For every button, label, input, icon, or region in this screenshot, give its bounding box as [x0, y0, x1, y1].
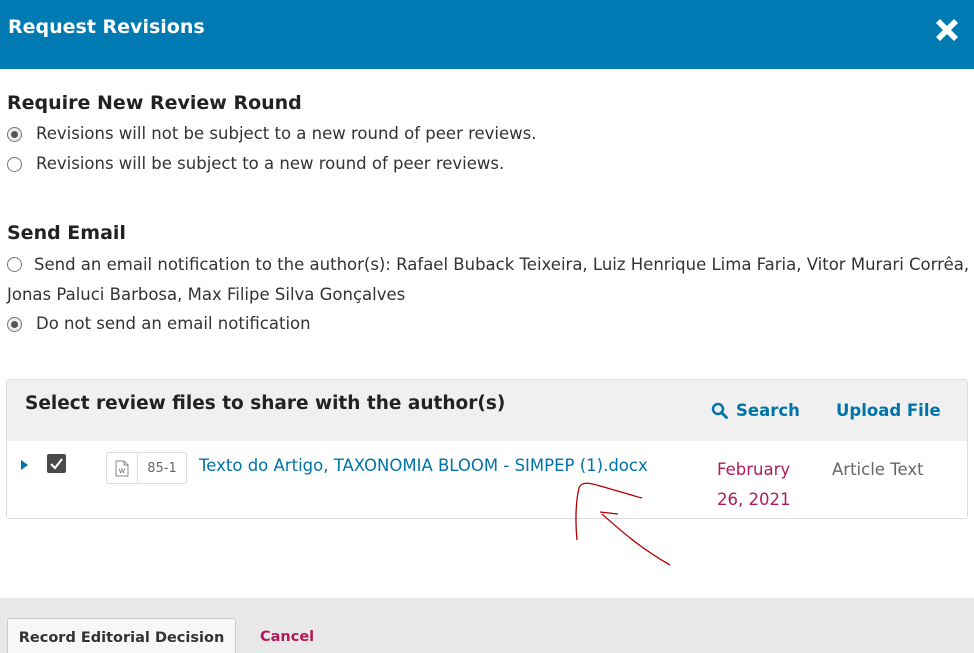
file-badge: W 85-1	[106, 452, 187, 484]
file-name-link[interactable]: Texto do Artigo, TAXONOMIA BLOOM - SIMPE…	[199, 456, 648, 475]
file-type: Article Text	[832, 460, 924, 479]
search-label: Search	[736, 401, 800, 420]
modal-header: Request Revisions	[0, 0, 974, 69]
file-id: 85-1	[147, 460, 177, 476]
radio-unchecked[interactable]	[7, 257, 22, 272]
radio-checked[interactable]	[7, 126, 22, 142]
send-email-option-notify[interactable]: Send an email notification to the author…	[7, 250, 971, 310]
radio-unchecked[interactable]	[7, 156, 22, 172]
upload-file-button[interactable]: Upload File	[836, 401, 941, 420]
radio-label: Do not send an email notification	[36, 314, 311, 333]
review-files-header: Select review files to share with the au…	[7, 380, 967, 441]
word-document-icon: W	[107, 453, 138, 483]
file-date: February 26, 2021	[717, 460, 791, 509]
review-files-title: Select review files to share with the au…	[25, 393, 506, 414]
review-round-option-new-round[interactable]: Revisions will be subject to a new round…	[7, 149, 504, 179]
expand-arrow-icon[interactable]	[21, 460, 28, 470]
radio-label: Send an email notification to the author…	[7, 255, 970, 304]
modal-title: Request Revisions	[8, 16, 205, 38]
send-email-heading: Send Email	[7, 222, 126, 244]
search-icon	[711, 402, 728, 419]
record-editorial-decision-button[interactable]: Record Editorial Decision	[7, 618, 236, 653]
checkmark-icon	[50, 458, 63, 470]
search-button[interactable]: Search	[711, 401, 800, 420]
review-round-option-no-new-round[interactable]: Revisions will not be subject to a new r…	[7, 119, 537, 149]
svg-text:W: W	[119, 467, 126, 475]
radio-label: Revisions will not be subject to a new r…	[36, 124, 537, 143]
file-row: W 85-1 Texto do Artigo, TAXONOMIA BLOOM …	[7, 441, 967, 519]
file-select-checkbox[interactable]	[47, 454, 66, 473]
review-files-panel: Select review files to share with the au…	[6, 379, 968, 519]
review-round-heading: Require New Review Round	[7, 92, 302, 114]
close-icon[interactable]	[930, 13, 964, 47]
send-email-option-no-notify[interactable]: Do not send an email notification	[7, 309, 311, 339]
modal-footer: Record Editorial Decision Cancel	[0, 598, 974, 653]
radio-label: Revisions will be subject to a new round…	[36, 154, 505, 173]
radio-checked[interactable]	[7, 316, 22, 332]
cancel-link[interactable]: Cancel	[260, 629, 314, 645]
